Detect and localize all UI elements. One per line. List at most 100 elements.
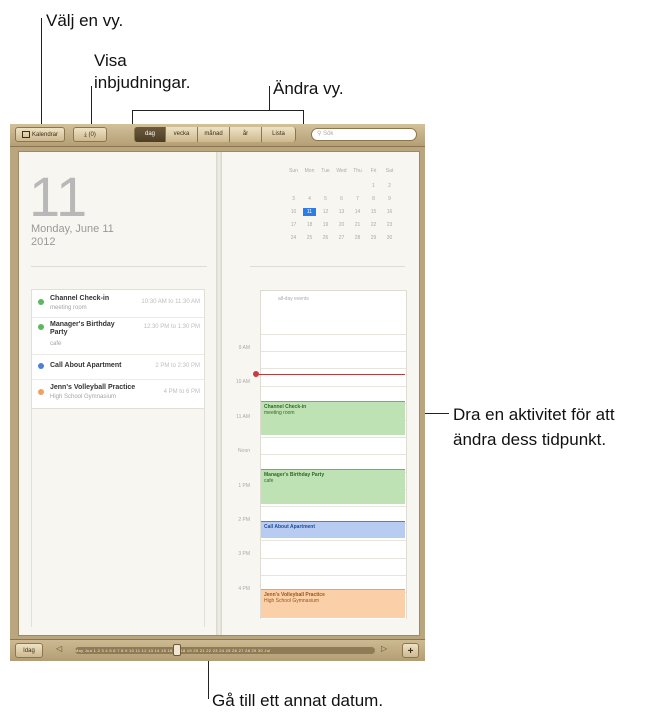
search-icon: ⚲ (317, 131, 322, 137)
calendars-button-label: Kalendrar (31, 132, 58, 138)
hour-label: 9 AM (238, 345, 250, 351)
mini-calendar-day[interactable]: 27 (335, 234, 348, 242)
event-list-item[interactable]: Call About Apartment 2 PM to 2:30 PM (32, 354, 204, 380)
timeline-gridline (261, 557, 406, 559)
hour-label: 10 AM (235, 379, 250, 386)
mini-calendar-day[interactable]: 12 (319, 208, 332, 216)
timeline-event[interactable]: Channel Check-in meeting room (261, 401, 405, 435)
event-location: High School Gymnasium (50, 394, 117, 400)
day-number: 11 (29, 165, 88, 228)
tab-week[interactable]: vecka (166, 127, 198, 142)
mini-weekday: Sun (289, 168, 298, 174)
mini-weekday: Sat (385, 168, 394, 174)
all-day-events-area[interactable]: all-day events (260, 290, 407, 336)
invitations-button[interactable]: ⤓ (0) (73, 127, 107, 142)
event-list-item[interactable]: Channel Check-in meeting room 10:30 AM t… (32, 290, 204, 318)
event-title: Channel Check-in (50, 295, 110, 302)
previous-arrow-icon[interactable]: ◁ (56, 644, 62, 653)
mini-calendar-day[interactable]: 18 (303, 221, 316, 229)
timeline-event-location: cafe (264, 478, 274, 484)
mini-calendar-day[interactable]: 9 (383, 195, 396, 203)
calendar-app-screen: Kalendrar ⤓ (0) dag vecka månad år Lista… (10, 124, 425, 661)
tab-list[interactable]: Lista (262, 127, 296, 142)
mini-calendar-day[interactable]: 15 (367, 208, 380, 216)
mini-calendar-day[interactable]: 13 (335, 208, 348, 216)
mini-calendar-day[interactable]: 22 (367, 221, 380, 229)
hour-label: 11 AM (236, 413, 250, 420)
tab-day[interactable]: dag (134, 127, 166, 142)
mini-weekday: Tue (321, 168, 330, 174)
hour-label: 4 PM (238, 585, 250, 592)
date-scrubber[interactable]: May Jun 1 2 3 4 5 6 7 8 9 10 11 12 13 14… (75, 647, 375, 654)
mini-calendar-day[interactable]: 24 (287, 234, 300, 242)
add-event-button[interactable]: + (402, 643, 419, 658)
timeline-gridline (261, 334, 406, 335)
current-time-line (255, 374, 405, 375)
mini-calendar-day[interactable]: 20 (335, 221, 348, 229)
timeline-gridline (261, 385, 406, 387)
hour-label: Noon (238, 448, 250, 455)
tab-month[interactable]: månad (198, 127, 230, 142)
calendar-list-icon (21, 130, 30, 138)
callout-line-show-invites (91, 86, 92, 124)
mini-calendar-day[interactable]: 21 (351, 221, 364, 229)
search-field[interactable]: ⚲ Sök (311, 128, 417, 141)
callout-line-go-to-date (208, 655, 209, 699)
event-time: 4 PM to 6 PM (163, 389, 200, 395)
mini-calendar-day[interactable]: 28 (351, 234, 364, 242)
mini-calendar-day[interactable]: 8 (367, 195, 380, 203)
mini-calendar-day[interactable]: 17 (287, 221, 300, 229)
callout-select-view: Välj en vy. (46, 11, 124, 30)
timeline-gridline (261, 574, 406, 576)
mini-calendar-day[interactable]: 7 (351, 195, 364, 203)
timeline-gridline (261, 506, 406, 507)
callout-line-select-view (41, 18, 42, 124)
mini-calendar-day[interactable]: 11 (303, 208, 316, 216)
left-divider (31, 266, 207, 267)
timeline-event[interactable]: Manager's Birthday Party cafe (261, 469, 405, 504)
mini-calendar-day[interactable]: 26 (319, 234, 332, 242)
timeline-event[interactable]: Jenn's Volleyball Practice High School G… (261, 589, 405, 618)
mini-calendar-day[interactable]: 5 (319, 195, 332, 203)
hour-label: 1 PM (238, 482, 250, 489)
timeline-event-title: Call About Apartment (264, 524, 316, 530)
mini-calendar-day[interactable]: 16 (383, 208, 396, 216)
callout-bracket-left (132, 110, 133, 124)
calendars-button[interactable]: Kalendrar (15, 127, 65, 142)
mini-calendar-day[interactable]: 6 (335, 195, 348, 203)
mini-calendar-day[interactable]: 14 (351, 208, 364, 216)
timeline-gridline (261, 368, 406, 370)
mini-calendar-day[interactable]: 25 (303, 234, 316, 242)
callout-drag-event: Dra en aktivitet för att ändra dess tidp… (453, 405, 615, 449)
scrubber-thumb[interactable] (173, 644, 181, 656)
event-time: 2 PM to 2:30 PM (155, 363, 200, 369)
timeline-gridline (261, 437, 406, 439)
mini-calendar-day[interactable]: 19 (319, 221, 332, 229)
all-day-events-label: all-day events (278, 296, 309, 302)
mini-calendar-day[interactable]: 29 (367, 234, 380, 242)
mini-weekday: Fri (370, 168, 377, 174)
mini-weekday: Wed (336, 168, 347, 174)
event-title: Call About Apartment (50, 362, 122, 369)
next-arrow-icon[interactable]: ▷ (381, 644, 387, 653)
event-list-item[interactable]: Manager's Birthday Party cafe 12:30 PM t… (32, 317, 204, 355)
callout-show-invites: Visa inbjudningar. (94, 51, 191, 92)
tab-year[interactable]: år (230, 127, 262, 142)
event-title: Manager's Birthday Party (50, 321, 115, 336)
mini-calendar-day[interactable]: 10 (287, 208, 300, 216)
today-button[interactable]: Idag (15, 643, 43, 658)
mini-calendar-day[interactable]: 4 (303, 195, 316, 203)
event-time: 10:30 AM to 11:30 AM (141, 299, 200, 305)
timeline-gridline (261, 540, 406, 542)
event-list-ruled-line (31, 407, 32, 627)
timeline-event[interactable]: Call About Apartment (261, 521, 405, 538)
event-list-item[interactable]: Jenn's Volleyball Practice High School G… (32, 379, 204, 407)
mini-calendar-day[interactable]: 2 (383, 182, 396, 190)
callout-bracket-right (303, 110, 304, 124)
mini-calendar-day[interactable]: 23 (383, 221, 396, 229)
mini-calendar-day[interactable]: 1 (367, 182, 380, 190)
event-list-ruled-line (204, 407, 205, 627)
mini-calendar-day[interactable]: 3 (287, 195, 300, 203)
inbox-download-icon: ⤓ (84, 132, 87, 138)
mini-calendar-day[interactable]: 30 (383, 234, 396, 242)
